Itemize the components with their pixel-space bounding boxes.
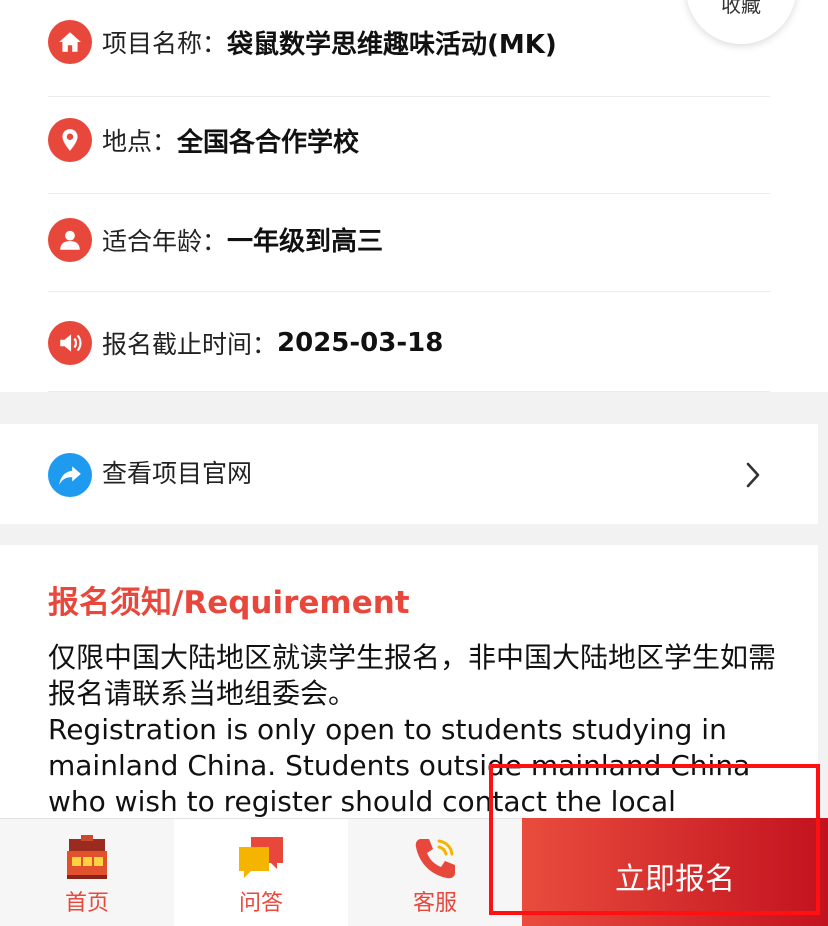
home-icon — [48, 20, 92, 64]
info-row-age: 适合年龄： 一年级到高三 — [48, 194, 770, 292]
info-row-project-name: 项目名称： 袋鼠数学思维趣味活动(MK) — [48, 0, 770, 97]
register-now-label: 立即报名 — [615, 862, 735, 897]
requirement-text-en: Registration is only open to students st… — [48, 713, 751, 818]
info-label: 项目名称： — [102, 29, 228, 58]
chevron-right-icon — [746, 462, 760, 488]
location-pin-icon — [48, 118, 92, 162]
requirement-text-cn: 仅限中国大陆地区就读学生报名，非中国大陆地区学生如需报名请联系当地组委会。 — [48, 641, 777, 710]
speaker-icon — [48, 320, 92, 365]
info-value: 袋鼠数学思维趣味活动(MK) — [227, 29, 557, 60]
info-label: 报名截止时间： — [102, 329, 278, 359]
official-website-label: 查看项目官网 — [102, 459, 253, 488]
user-icon — [48, 217, 92, 262]
info-value: 2025-03-18 — [277, 327, 444, 358]
info-value: 全国各合作学校 — [177, 127, 360, 158]
project-info-card: 项目名称： 袋鼠数学思维趣味活动(MK) 地点： 全国各合作学校 适合年龄： 一… — [0, 0, 828, 392]
favorite-label: 收藏 — [721, 0, 761, 17]
info-label: 地点： — [102, 127, 178, 156]
tab-qa-label: 问答 — [238, 891, 283, 916]
info-row-deadline: 报名截止时间： 2025-03-18 — [48, 292, 770, 392]
tab-home[interactable]: 首页 — [0, 819, 174, 926]
share-arrow-icon — [48, 453, 92, 497]
register-now-button[interactable]: 立即报名 — [522, 818, 828, 926]
official-website-link[interactable]: 查看项目官网 — [0, 424, 818, 524]
tab-service[interactable]: 客服 — [348, 819, 522, 926]
tab-home-label: 首页 — [64, 891, 109, 916]
phone-icon — [415, 839, 455, 879]
info-row-location: 地点： 全国各合作学校 — [48, 97, 770, 194]
info-value: 一年级到高三 — [227, 227, 384, 257]
info-label: 适合年龄： — [102, 226, 228, 256]
requirement-text: 仅限中国大陆地区就读学生报名，非中国大陆地区学生如需报名请联系当地组委会。 Re… — [48, 640, 788, 820]
tab-qa[interactable]: 问答 — [174, 819, 348, 926]
requirement-title: 报名须知/Requirement — [48, 585, 410, 621]
chat-bubbles-icon — [239, 837, 283, 878]
tab-service-label: 客服 — [412, 891, 457, 916]
house-icon — [67, 835, 107, 879]
